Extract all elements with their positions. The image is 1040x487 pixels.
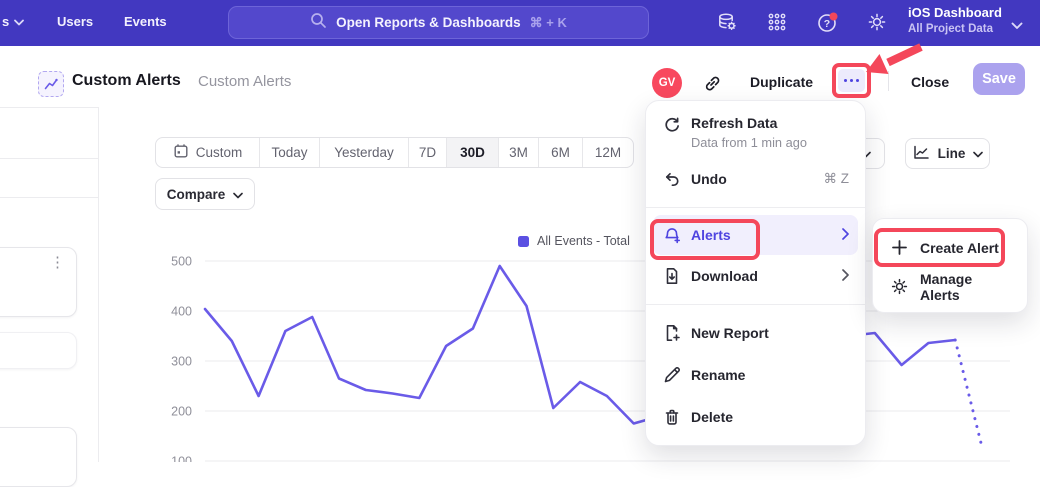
menu-divider — [646, 304, 865, 305]
menu-item-sublabel: Data from 1 min ago — [691, 135, 849, 150]
apps-grid-icon[interactable] — [766, 11, 788, 33]
save-button[interactable]: Save — [973, 63, 1025, 95]
undo-icon — [662, 169, 682, 189]
report-type-icon — [38, 71, 64, 97]
line-chart-icon — [912, 144, 930, 164]
query-card[interactable] — [0, 427, 77, 487]
top-navigation-bar: s Users Events Open Reports & Dashboards… — [0, 0, 1040, 46]
svg-text:?: ? — [824, 18, 830, 30]
chart-type-button[interactable]: Line — [905, 138, 990, 169]
compare-label: Compare — [167, 187, 226, 202]
chevron-down-icon — [233, 187, 243, 202]
submenu-item-manage-alerts[interactable]: Manage Alerts — [873, 267, 1027, 306]
pencil-icon — [662, 365, 682, 385]
sidebar-divider — [98, 107, 99, 462]
card-kebab-menu-icon[interactable]: ⋮ — [50, 255, 65, 270]
new-report-icon — [662, 323, 682, 343]
nav-item-users[interactable]: Users — [57, 14, 93, 29]
duplicate-button[interactable]: Duplicate — [750, 74, 813, 90]
sidebar-separator — [0, 107, 98, 108]
date-range-12m[interactable]: 12M — [582, 138, 633, 167]
refresh-icon — [662, 116, 682, 136]
trash-icon — [662, 407, 682, 427]
y-axis-tick-label: 300 — [171, 355, 192, 369]
date-range-custom[interactable]: Custom — [156, 138, 259, 167]
date-range-30d-selected[interactable]: 30D — [446, 138, 498, 167]
menu-item-alerts[interactable]: Alerts — [653, 215, 858, 255]
header-divider — [888, 71, 889, 91]
project-selector[interactable]: iOS Dashboard All Project Data — [908, 6, 1002, 36]
date-range-6m[interactable]: 6M — [538, 138, 582, 167]
menu-divider — [646, 207, 865, 208]
menu-item-refresh-data[interactable]: Refresh Data Data from 1 min ago — [646, 113, 865, 158]
copy-link-icon[interactable] — [702, 73, 723, 99]
alerts-submenu: Create Alert Manage Alerts — [872, 218, 1028, 313]
project-scope: All Project Data — [908, 24, 1002, 36]
menu-item-new-report[interactable]: New Report — [646, 312, 865, 354]
nav-item-partial[interactable]: s — [2, 14, 24, 29]
date-range-control: Custom Today Yesterday 7D 30D 3M 6M 12M — [155, 137, 634, 168]
nav-item-partial-label: s — [2, 14, 9, 29]
search-shortcut: ⌘ + K — [530, 15, 567, 31]
alert-bell-plus-icon — [662, 225, 682, 245]
page-title: Custom Alerts — [72, 72, 181, 90]
query-card[interactable] — [0, 247, 77, 317]
avatar[interactable]: GV — [652, 68, 682, 98]
gear-icon — [890, 277, 909, 296]
y-axis-tick-label: 200 — [171, 405, 192, 419]
y-axis-tick-label: 100 — [171, 455, 192, 463]
sidebar-separator — [0, 158, 98, 159]
menu-item-download[interactable]: Download — [646, 255, 865, 297]
submenu-item-label: Create Alert — [920, 240, 999, 256]
search-placeholder: Open Reports & Dashboards — [336, 15, 521, 30]
project-name: iOS Dashboard — [908, 6, 1002, 19]
menu-item-label: Download — [691, 268, 833, 284]
project-chevron-down-icon — [1011, 17, 1023, 35]
download-file-icon — [662, 266, 682, 286]
chevron-right-icon — [842, 269, 849, 284]
date-range-today[interactable]: Today — [259, 138, 319, 167]
calendar-icon — [173, 143, 189, 162]
sidebar-separator — [0, 197, 98, 198]
date-range-7d[interactable]: 7D — [408, 138, 446, 167]
help-icon[interactable]: ? — [816, 11, 838, 33]
menu-item-label: Undo — [691, 171, 815, 187]
menu-item-shortcut: ⌘ Z — [824, 171, 850, 187]
menu-item-label: Refresh Data — [691, 115, 777, 131]
compare-button[interactable]: Compare — [155, 178, 255, 210]
menu-item-delete[interactable]: Delete — [646, 396, 865, 438]
chevron-down-icon — [14, 14, 24, 29]
menu-item-label: Alerts — [691, 227, 833, 243]
search-input[interactable]: Open Reports & Dashboards ⌘ + K — [228, 6, 649, 39]
nav-item-events[interactable]: Events — [124, 14, 167, 29]
submenu-item-label: Manage Alerts — [920, 271, 1010, 303]
y-axis-tick-label: 500 — [171, 255, 192, 269]
chevron-down-icon — [973, 146, 983, 161]
plus-icon — [890, 238, 909, 257]
close-button[interactable]: Close — [911, 74, 949, 90]
chevron-right-icon — [842, 228, 849, 243]
menu-item-undo[interactable]: Undo ⌘ Z — [646, 158, 865, 200]
notification-dot — [830, 13, 838, 21]
data-management-icon[interactable] — [716, 11, 738, 33]
date-range-3m[interactable]: 3M — [498, 138, 538, 167]
line-series-dotted-tail — [955, 340, 982, 447]
menu-item-label: Delete — [691, 409, 849, 425]
date-range-yesterday[interactable]: Yesterday — [319, 138, 408, 167]
search-icon — [310, 12, 327, 34]
submenu-item-create-alert[interactable]: Create Alert — [873, 228, 1027, 267]
menu-item-label: Rename — [691, 367, 849, 383]
more-options-button[interactable] — [838, 69, 865, 92]
y-axis-tick-label: 400 — [171, 305, 192, 319]
settings-gear-icon[interactable] — [866, 11, 888, 33]
query-card[interactable] — [0, 332, 77, 369]
breadcrumb: Custom Alerts — [198, 73, 291, 90]
menu-item-label: New Report — [691, 325, 849, 341]
report-options-menu: Refresh Data Data from 1 min ago Undo ⌘ … — [645, 100, 866, 446]
chart-type-label: Line — [938, 146, 966, 161]
menu-item-rename[interactable]: Rename — [646, 354, 865, 396]
date-range-label: Custom — [196, 145, 243, 160]
more-dots-icon — [844, 79, 847, 82]
